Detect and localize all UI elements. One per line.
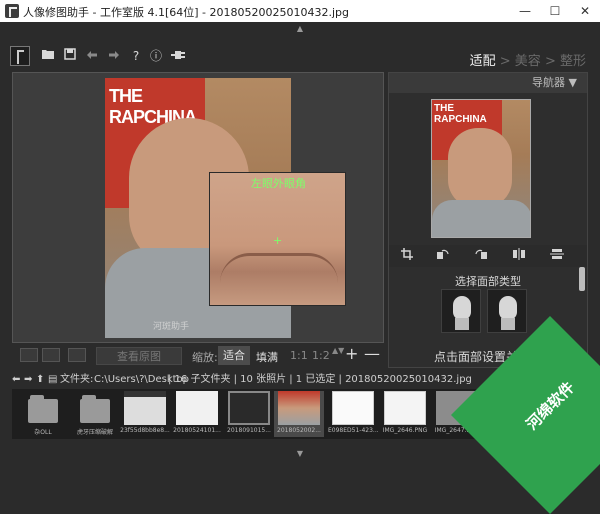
mode-separator: > bbox=[499, 54, 511, 69]
mode-reshape[interactable]: 整形 bbox=[560, 54, 586, 69]
face-side-icon bbox=[499, 296, 517, 320]
thumb-caption: 杂OLL bbox=[34, 429, 52, 436]
thumb-caption: 23f55d8bb8e8... bbox=[120, 427, 170, 434]
thumb-image-preview bbox=[176, 391, 218, 425]
close-button[interactable]: ✕ bbox=[570, 0, 600, 22]
folder-icon: ▤ bbox=[48, 374, 58, 385]
minimize-button[interactable]: — bbox=[510, 0, 540, 22]
back-icon[interactable]: ⬅ bbox=[12, 371, 20, 389]
navigator-header[interactable]: 导航器 ▼ bbox=[389, 73, 587, 93]
folder-summary: | 16 子文件夹 | 10 张照片 | 1 已选定 | 20180520025… bbox=[168, 374, 472, 385]
flip-vertical-icon[interactable] bbox=[549, 248, 565, 264]
mode-steps: 适配 > 美容 > 整形 bbox=[470, 50, 586, 69]
collapse-top-arrow-icon[interactable]: ▲ bbox=[0, 22, 600, 36]
info-icon[interactable]: ⓘ bbox=[148, 48, 164, 64]
undo-icon[interactable] bbox=[84, 48, 100, 64]
face-type-label: 选择面部类型 bbox=[455, 275, 521, 288]
poster-text: THE RAPCHINA bbox=[434, 103, 487, 125]
navigator-thumbnail[interactable]: THE RAPCHINA bbox=[431, 99, 531, 238]
window-title: 人像修图助手 - 工作室版 4.1[64位] - 201805200250104… bbox=[23, 6, 349, 19]
mode-fit[interactable]: 适配 bbox=[470, 54, 496, 69]
zoom-fit-button[interactable]: 适合 bbox=[218, 346, 250, 365]
app-icon bbox=[5, 4, 19, 18]
forward-icon[interactable]: ➡ bbox=[24, 371, 32, 389]
thumb-image[interactable]: 23f55d8bb8e8... bbox=[120, 391, 170, 437]
split-view-button[interactable] bbox=[42, 348, 60, 362]
mode-separator: > bbox=[544, 54, 556, 69]
save-icon[interactable] bbox=[62, 48, 78, 64]
toolbar: ? ⓘ 适配 > 美容 > 整形 bbox=[0, 36, 600, 72]
flip-horizontal-icon[interactable] bbox=[511, 248, 527, 264]
thumb-caption: IMG_2646.PNG bbox=[382, 427, 428, 434]
face-front-option[interactable] bbox=[441, 289, 481, 333]
neck-icon bbox=[455, 318, 469, 330]
zoom-in-button[interactable]: + bbox=[345, 344, 358, 363]
maximize-button[interactable]: ☐ bbox=[540, 0, 570, 22]
thumb-folder[interactable]: 杂OLL bbox=[18, 391, 68, 437]
help-icon[interactable]: ? bbox=[128, 48, 144, 64]
zoom-stepper-icon[interactable]: ▲▼ bbox=[332, 347, 344, 355]
crosshair-icon: + bbox=[273, 234, 283, 247]
thumb-image[interactable]: IMG_2646.PNG bbox=[380, 391, 430, 437]
thumb-image-preview bbox=[332, 391, 374, 425]
neck-icon bbox=[501, 318, 515, 330]
thumb-caption: 20180524101... bbox=[173, 427, 221, 434]
view-bar: 查看原图 缩放: 适合 填满 1:1 1:2 ▲▼ + — bbox=[12, 344, 384, 368]
magnifier: 左眼外眼角 + bbox=[209, 172, 346, 306]
thumb-caption: 2018091015... bbox=[227, 427, 271, 434]
face-side-option[interactable] bbox=[487, 289, 527, 333]
stacked-view-button[interactable] bbox=[68, 348, 86, 362]
eyebrow bbox=[220, 253, 338, 283]
thumb-image[interactable]: 20180524101... bbox=[172, 391, 222, 437]
thumb-folder[interactable]: 虎牙压缩破解 bbox=[70, 391, 120, 437]
single-view-button[interactable] bbox=[20, 348, 38, 362]
zoom-label: 缩放: bbox=[192, 351, 218, 364]
mode-beauty[interactable]: 美容 bbox=[515, 54, 541, 69]
thumb-image[interactable]: 2018091015... bbox=[224, 391, 274, 437]
crop-icon[interactable] bbox=[399, 248, 415, 264]
thumb-image-preview bbox=[228, 391, 270, 425]
photo-canvas[interactable]: THE RAPCHINA 左眼外眼角 + 河斑助手 bbox=[12, 72, 384, 343]
rotate-left-icon[interactable] bbox=[435, 248, 451, 264]
folder-icon bbox=[28, 395, 58, 423]
thumb-image-preview bbox=[278, 391, 320, 425]
folder-label: 文件夹: bbox=[60, 374, 94, 385]
thumb-image-selected[interactable]: 2018052002... bbox=[274, 391, 324, 437]
watermark: 河斑助手 bbox=[153, 322, 190, 332]
thumb-caption: 2018052002... bbox=[277, 427, 321, 434]
see-original-button[interactable]: 查看原图 bbox=[96, 347, 182, 365]
head bbox=[448, 128, 512, 208]
zoom-1-2-button[interactable]: 1:2 bbox=[312, 349, 330, 362]
thumb-image-preview bbox=[384, 391, 426, 425]
plugin-icon[interactable] bbox=[170, 48, 186, 64]
thumb-caption: E098ED51-423... bbox=[328, 427, 378, 434]
panel-scrollbar[interactable] bbox=[579, 267, 585, 291]
thumb-caption: 虎牙压缩破解 bbox=[76, 429, 113, 436]
zoom-1-1-button[interactable]: 1:1 bbox=[290, 349, 308, 362]
zoom-fill-button[interactable]: 填满 bbox=[256, 349, 278, 365]
folder-icon bbox=[80, 395, 110, 423]
face-front-icon bbox=[453, 296, 471, 320]
thumb-image-preview bbox=[124, 391, 166, 425]
folder-icon[interactable] bbox=[40, 48, 56, 64]
zoom-out-button[interactable]: — bbox=[364, 344, 380, 363]
transform-tools bbox=[389, 245, 587, 267]
shirt bbox=[432, 200, 530, 237]
title-bar: 人像修图助手 - 工作室版 4.1[64位] - 201805200250104… bbox=[0, 0, 600, 22]
up-icon[interactable]: ⬆ bbox=[36, 371, 44, 389]
redo-icon[interactable] bbox=[106, 48, 122, 64]
logo-icon bbox=[10, 46, 30, 66]
magnifier-label: 左眼外眼角 bbox=[251, 177, 306, 190]
rotate-right-icon[interactable] bbox=[473, 248, 489, 264]
thumb-image[interactable]: E098ED51-423... bbox=[328, 391, 378, 437]
